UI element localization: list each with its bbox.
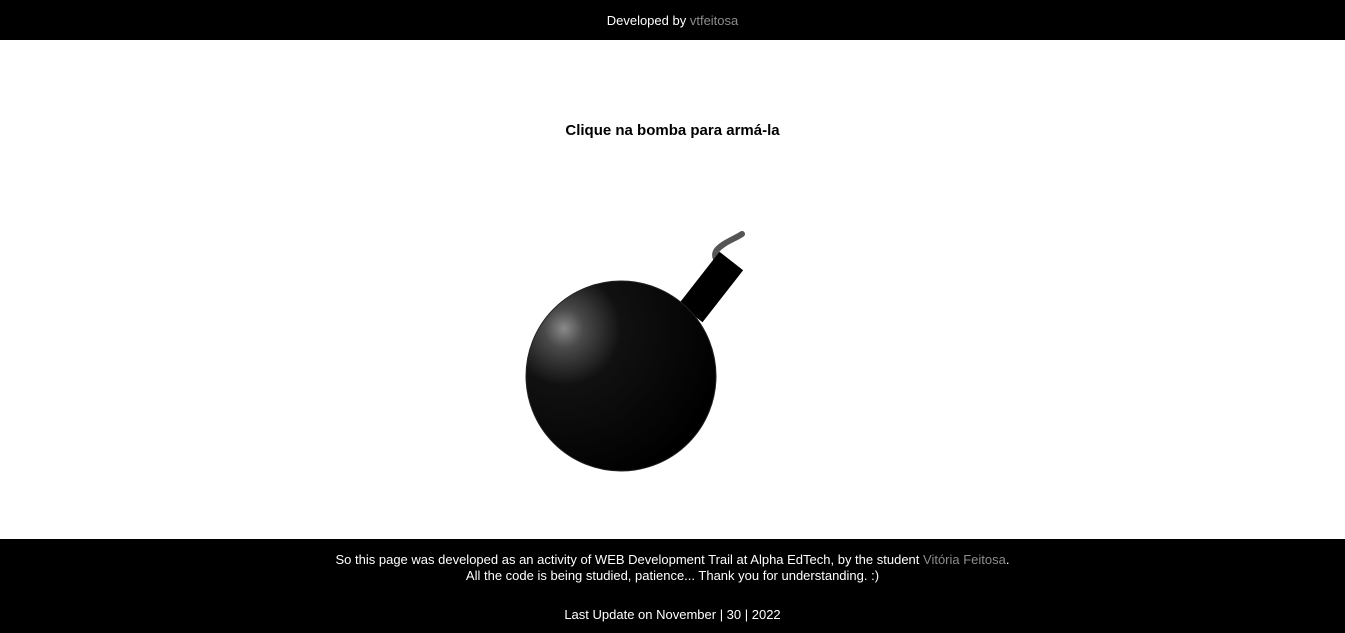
bomb-button[interactable]: [520, 228, 750, 476]
student-link[interactable]: Vitória Feitosa: [923, 552, 1006, 567]
footer-bar: So this page was developed as an activit…: [0, 539, 1345, 633]
footer-credit-end: .: [1005, 552, 1010, 567]
developed-by-label: Developed by: [606, 12, 687, 28]
last-update: Last Update on November | 30 | 2022: [564, 607, 781, 622]
footer-credit-text: So this page was developed as an activit…: [335, 552, 920, 567]
header-bar: Developed by vtfeitosa: [0, 0, 1345, 40]
footer-credit-line: So this page was developed as an activit…: [0, 552, 1345, 567]
page-title: Clique na bomba para armá-la: [565, 122, 780, 139]
bomb-body: [525, 280, 717, 472]
author-link[interactable]: vtfeitosa: [690, 13, 738, 28]
bomb-icon: [525, 231, 745, 472]
footer-note: All the code is being studied, patience.…: [465, 568, 880, 583]
